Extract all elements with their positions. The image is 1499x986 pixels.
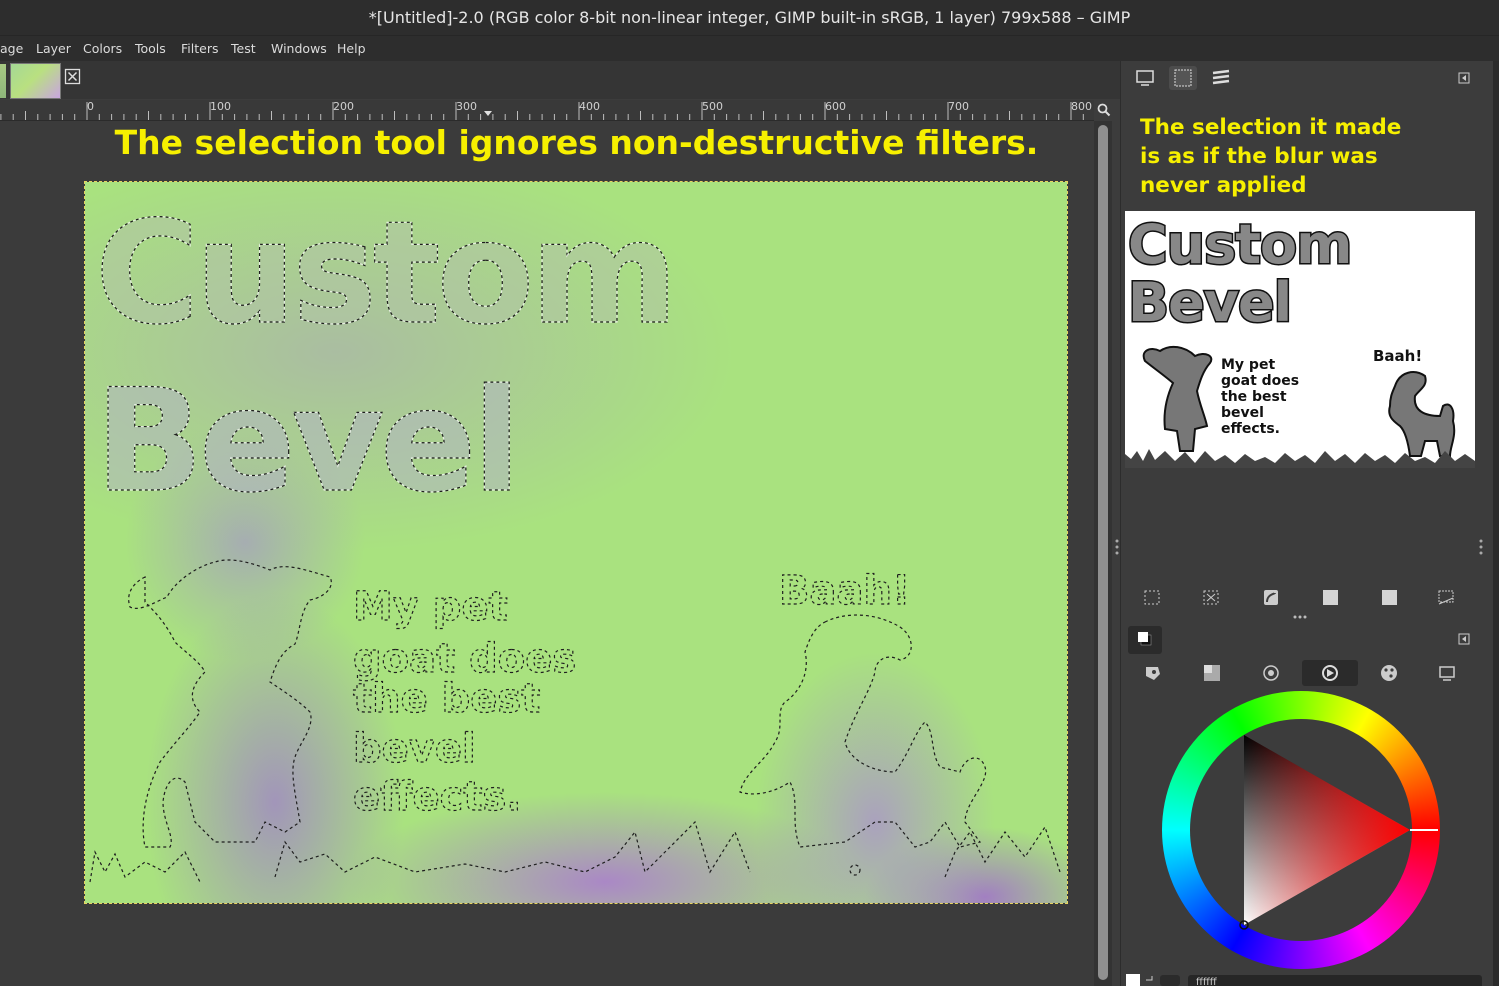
images-icon[interactable] bbox=[1136, 70, 1154, 86]
menu-filters[interactable]: Filters bbox=[181, 41, 218, 56]
fg-bg-color-tab[interactable] bbox=[1128, 626, 1162, 654]
menu-layer[interactable]: Layer bbox=[36, 41, 71, 56]
selection-pet-line3: the best bbox=[353, 676, 540, 722]
pane-handle-right[interactable] bbox=[1478, 538, 1484, 556]
select-all-icon[interactable] bbox=[1144, 590, 1160, 605]
canvas-vertical-scrollbar[interactable] bbox=[1094, 121, 1112, 986]
menu-windows[interactable]: Windows bbox=[271, 41, 327, 56]
selection-baah: Baah! bbox=[779, 568, 910, 614]
color-selector-modes bbox=[1146, 660, 1455, 686]
ruler-label: 500 bbox=[702, 100, 723, 113]
selection-bevel-white: Bevel bbox=[95, 359, 517, 524]
note-line: never applied bbox=[1140, 173, 1307, 198]
palette-selector-icon[interactable] bbox=[1381, 665, 1397, 681]
image-canvas[interactable]: Custom Bevel Custom Bevel Custom Bevel M… bbox=[84, 181, 1068, 904]
preview-pet-line: goat does bbox=[1221, 373, 1299, 389]
menu-image[interactable]: age bbox=[0, 41, 23, 56]
dock-menu-icon[interactable] bbox=[1458, 632, 1472, 646]
selection-outline: Custom Bevel Custom Bevel Custom Bevel M… bbox=[89, 190, 1061, 883]
selection-custom-white: Custom bbox=[95, 191, 674, 356]
watercolor-selector-icon[interactable] bbox=[1263, 665, 1279, 681]
cmyk-selector-icon[interactable] bbox=[1204, 665, 1220, 681]
selection-sharpen-icon[interactable] bbox=[1382, 590, 1397, 605]
eyedropper-icon[interactable] bbox=[1160, 975, 1180, 986]
ruler-label: 300 bbox=[456, 100, 477, 113]
layers-icon[interactable] bbox=[1212, 69, 1230, 85]
selection-pet-line5: effects. bbox=[353, 774, 522, 820]
more-options-icon[interactable] bbox=[1292, 614, 1308, 620]
image-thumbnail-active[interactable] bbox=[10, 63, 61, 99]
selection-square-icon[interactable] bbox=[1323, 590, 1338, 605]
pane-handle-left[interactable] bbox=[1114, 538, 1120, 556]
preview-text-custom: Custom bbox=[1128, 213, 1351, 276]
preview-pet-line: the best bbox=[1221, 389, 1287, 405]
selection-editor-icon[interactable] bbox=[1169, 66, 1197, 90]
preview-pet-line: effects. bbox=[1221, 421, 1280, 437]
image-thumbnail-previous[interactable] bbox=[0, 64, 6, 98]
window-title: *[Untitled]-2.0 (RGB color 8-bit non-lin… bbox=[0, 0, 1499, 35]
ruler-label: 400 bbox=[579, 100, 600, 113]
preview-artwork: Custom Bevel My pet goat does the best b… bbox=[1125, 212, 1475, 468]
menu-test[interactable]: Test bbox=[231, 41, 256, 56]
close-image-icon[interactable] bbox=[64, 68, 82, 86]
gimp-selector-icon[interactable] bbox=[1146, 667, 1160, 680]
ruler-label: 0 bbox=[87, 100, 94, 113]
ruler-label: 100 bbox=[210, 100, 231, 113]
right-dock-edge bbox=[1493, 61, 1499, 986]
scales-selector-icon[interactable] bbox=[1439, 666, 1455, 681]
zoom-icon[interactable] bbox=[1097, 103, 1111, 117]
note-line: The selection it made bbox=[1140, 115, 1402, 140]
scrollbar-thumb[interactable] bbox=[1098, 125, 1108, 980]
select-none-icon[interactable] bbox=[1203, 590, 1219, 605]
preview-pet-line: My pet bbox=[1221, 357, 1275, 373]
dock-menu-icon[interactable] bbox=[1458, 71, 1472, 85]
selection-pet-line4: bevel bbox=[353, 726, 476, 772]
color-triangle[interactable] bbox=[1162, 691, 1440, 969]
annotation-note: The selection it made is as if the blur … bbox=[1140, 113, 1440, 200]
fg-bg-swatch[interactable] bbox=[1124, 972, 1164, 986]
wheel-selector-icon[interactable] bbox=[1302, 660, 1358, 686]
menu-tools[interactable]: Tools bbox=[135, 41, 166, 56]
selection-to-path-icon[interactable] bbox=[1438, 590, 1454, 605]
hex-color-field[interactable]: ffffff bbox=[1188, 975, 1482, 986]
note-line: is as if the blur was bbox=[1140, 144, 1378, 169]
ruler-ticks bbox=[0, 102, 1084, 120]
menubar: age Layer Colors Tools Filters Test Wind… bbox=[0, 35, 1499, 62]
image-tab-strip bbox=[0, 61, 1120, 99]
selection-actions bbox=[1144, 590, 1454, 605]
menu-colors[interactable]: Colors bbox=[83, 41, 122, 56]
preview-pet-line: bevel bbox=[1221, 405, 1264, 421]
menu-help[interactable]: Help bbox=[337, 41, 366, 56]
color-wheel[interactable] bbox=[1162, 691, 1440, 969]
ruler-label: 600 bbox=[825, 100, 846, 113]
canvas-headline: The selection tool ignores non-destructi… bbox=[114, 123, 1039, 162]
selection-pet-line1: My pet bbox=[353, 584, 508, 630]
horizontal-ruler[interactable]: 0 100 200 300 400 500 600 700 800 bbox=[0, 100, 1111, 121]
ruler-label: 200 bbox=[333, 100, 354, 113]
ruler-label: 800 bbox=[1071, 100, 1092, 113]
dock-tab-bar bbox=[1136, 66, 1230, 90]
selection-preview: Custom Bevel My pet goat does the best b… bbox=[1125, 211, 1475, 468]
invert-selection-icon[interactable] bbox=[1264, 590, 1278, 605]
preview-text-bevel: Bevel bbox=[1128, 271, 1291, 334]
ruler-label: 700 bbox=[948, 100, 969, 113]
preview-baah: Baah! bbox=[1373, 347, 1422, 365]
